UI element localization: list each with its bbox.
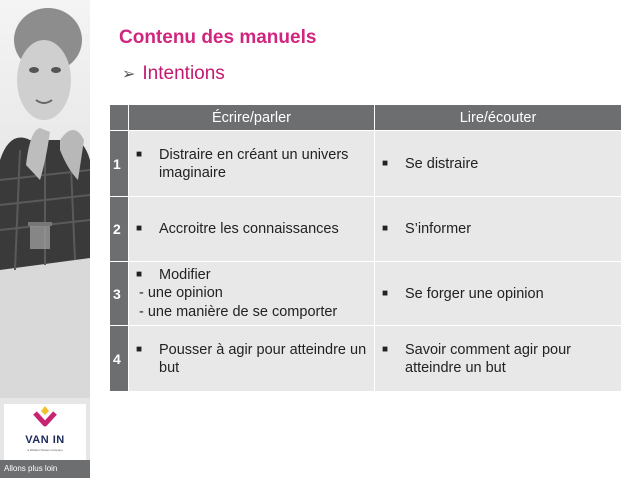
table-cell: ■ Se distraire [374, 130, 622, 197]
square-bullet-icon: ■ [136, 343, 143, 355]
table-cell: ■ Savoir comment agir pour atteindre un b… [374, 325, 622, 392]
row-number: 3 [109, 261, 129, 326]
cell-text: Pousser à agir pour atteindre un but [159, 341, 367, 376]
boy-photo [0, 0, 90, 398]
van-in-emblem-icon [33, 406, 57, 427]
slide-subtitle: ➢ Intentions [122, 63, 225, 85]
table-cell: ■ Modifier - une opinion - une manière de… [128, 261, 375, 326]
row-number: 1 [109, 130, 129, 197]
header-ecrire-parler: Écrire/parler [128, 104, 375, 131]
cell-text: Modifier [159, 266, 211, 283]
table-row: 2 ■ Accroitre les connaissances ■ S’inform… [109, 196, 622, 262]
header-lire-ecouter: Lire/écouter [374, 104, 622, 131]
square-bullet-icon: ■ [382, 343, 389, 355]
header-corner [109, 104, 129, 131]
cell-text: Se distraire [405, 155, 479, 172]
row-number: 4 [109, 325, 129, 392]
logo-brand: VAN IN [25, 434, 65, 446]
table-cell: ■ Distraire en créant un univers imaginai… [128, 130, 375, 197]
table-row: 1 ■ Distraire en créant un univers imagin… [109, 130, 622, 197]
square-bullet-icon: ■ [382, 287, 389, 299]
square-bullet-icon: ■ [136, 148, 143, 160]
square-bullet-icon: ■ [382, 157, 389, 169]
table-row: 3 ■ Modifier - une opinion - une manière … [109, 261, 622, 326]
row-number: 2 [109, 196, 129, 262]
sidebar: VAN IN a Wolters Kluwer company Allons p… [0, 0, 90, 478]
logo-subtext: a Wolters Kluwer company [27, 448, 63, 452]
table-header-row: Écrire/parler Lire/écouter [109, 104, 622, 131]
van-in-logo: VAN IN a Wolters Kluwer company [4, 404, 86, 460]
table-row: 4 ■ Pousser à agir pour atteindre un but … [109, 325, 622, 392]
square-bullet-icon: ■ [136, 268, 143, 280]
intentions-table: Écrire/parler Lire/écouter 1 ■ Distraire … [109, 104, 622, 392]
arrow-bullet-icon: ➢ [122, 66, 136, 83]
subtitle-text: Intentions [142, 63, 225, 84]
dash-list-item: - une opinion [139, 284, 223, 301]
table-cell: ■ Se forger une opinion [374, 261, 622, 326]
tagline: Allons plus loin [0, 460, 90, 478]
slide-title: Contenu des manuels [119, 27, 317, 48]
square-bullet-icon: ■ [382, 223, 389, 234]
table-cell: ■ Pousser à agir pour atteindre un but [128, 325, 375, 392]
cell-text: Savoir comment agir pour atteindre un bu… [405, 341, 572, 376]
cell-text: Accroitre les connaissances [159, 221, 339, 237]
cell-text: Se forger une opinion [405, 285, 544, 302]
dash-list-item: - une manière de se comporter [139, 303, 338, 320]
table-cell: ■ Accroitre les connaissances [128, 196, 375, 262]
cell-text: S’informer [405, 221, 472, 237]
cell-text: Distraire en créant un univers imaginair… [159, 146, 349, 181]
square-bullet-icon: ■ [136, 223, 143, 234]
table-cell: ■ S’informer [374, 196, 622, 262]
